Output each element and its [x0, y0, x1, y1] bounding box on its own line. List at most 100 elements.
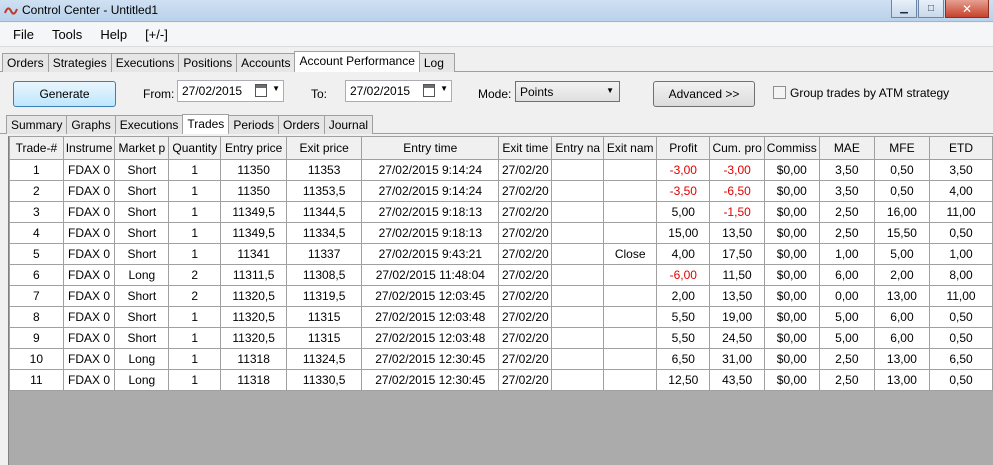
table-cell: 11320,5 [220, 306, 288, 328]
table-cell [551, 327, 605, 349]
table-cell: 11350 [220, 180, 288, 202]
table-cell: 2,50 [818, 348, 875, 370]
column-header[interactable]: ETD [929, 136, 993, 160]
table-cell: 1 [168, 369, 222, 391]
calendar-icon[interactable] [423, 84, 435, 97]
column-header[interactable]: MFE [873, 136, 931, 160]
table-cell [551, 348, 605, 370]
tab-periods[interactable]: Periods [228, 115, 279, 134]
table-cell: 6,50 [656, 348, 711, 370]
table-cell: Close [603, 243, 658, 265]
table-cell: 1 [168, 243, 222, 265]
column-header[interactable]: Entry na [551, 136, 605, 160]
tab-summary[interactable]: Summary [6, 115, 68, 134]
minimize-button[interactable]: ▁ [891, 0, 917, 18]
table-row[interactable]: 8 FDAX 0 Short 1 11320,5 11315 27/02/2015 12:0… [9, 306, 993, 328]
main-tabs: Orders Strategies Executions Positions A… [2, 51, 455, 72]
maximize-button[interactable]: □ [918, 0, 944, 18]
table-row[interactable]: 10 FDAX 0 Long 1 11318 11324,5 27/02/2015 12:3… [9, 348, 993, 370]
tab-trades[interactable]: Trades [182, 114, 230, 134]
column-header[interactable]: Profit [656, 136, 711, 160]
trades-table: Trade-# Instrume Market p Quantity Entry pri… [9, 136, 993, 391]
table-cell: 27/02/20 [498, 306, 553, 328]
table-row[interactable]: 2 FDAX 0 Short 1 11350 11353,5 27/02/2015 9:14… [9, 180, 993, 202]
column-header[interactable]: Cum. pro [709, 136, 765, 160]
column-header[interactable]: Commiss [763, 136, 820, 160]
table-cell: $0,00 [763, 159, 820, 181]
tab-orders[interactable]: Orders [2, 53, 49, 72]
column-header[interactable]: Exit nam [603, 136, 658, 160]
menu-file[interactable]: File [6, 24, 41, 45]
table-cell: 11318 [220, 348, 288, 370]
tab-strategies[interactable]: Strategies [47, 53, 112, 72]
tab-orders-sub[interactable]: Orders [278, 115, 325, 134]
tab-account-performance[interactable]: Account Performance [294, 51, 420, 72]
title-bar: Control Center - Untitled1 ▁ □ ✕ [0, 0, 993, 22]
tab-executions-sub[interactable]: Executions [114, 115, 184, 134]
table-cell: -6,50 [709, 180, 765, 202]
column-header[interactable]: Entry time [361, 136, 500, 160]
tab-positions[interactable]: Positions [178, 53, 238, 72]
calendar-icon[interactable] [255, 84, 267, 97]
chevron-down-icon[interactable]: ▼ [272, 84, 280, 93]
column-header[interactable]: Quantity [168, 136, 222, 160]
table-row[interactable]: 1 FDAX 0 Short 1 11350 11353 27/02/2015 9:14:2… [9, 159, 993, 181]
table-cell: 27/02/2015 12:03:48 [361, 327, 500, 349]
table-row[interactable]: 4 FDAX 0 Short 1 11349,5 11334,5 27/02/2015 9:… [9, 222, 993, 244]
table-cell [603, 222, 658, 244]
column-header[interactable]: Exit time [498, 136, 553, 160]
column-header[interactable]: Entry price [220, 136, 288, 160]
menu-help[interactable]: Help [93, 24, 134, 45]
minimize-icon: ▁ [900, 3, 908, 14]
table-cell: 11,00 [929, 201, 993, 223]
generate-button[interactable]: Generate [13, 81, 116, 107]
to-date-field[interactable]: 27/02/2015 ▼ [345, 80, 452, 102]
tab-executions[interactable]: Executions [110, 53, 180, 72]
table-cell: 15,00 [656, 222, 711, 244]
table-cell: 0,50 [929, 369, 993, 391]
table-cell: 1 [168, 348, 222, 370]
menu-tools[interactable]: Tools [45, 24, 89, 45]
group-trades-checkbox[interactable] [773, 86, 786, 99]
table-row[interactable]: 6 FDAX 0 Long 2 11311,5 11308,5 27/02/2015 11:… [9, 264, 993, 286]
table-row[interactable]: 9 FDAX 0 Short 1 11320,5 11315 27/02/2015 12:0… [9, 327, 993, 349]
table-row[interactable]: 3 FDAX 0 Short 1 11349,5 11344,5 27/02/2015 9:… [9, 201, 993, 223]
column-header[interactable]: MAE [818, 136, 875, 160]
table-cell [551, 306, 605, 328]
table-cell: FDAX 0 [62, 348, 116, 370]
tab-accounts[interactable]: Accounts [236, 53, 296, 72]
table-cell: 0,50 [929, 306, 993, 328]
tab-graphs[interactable]: Graphs [66, 115, 116, 134]
close-icon: ✕ [961, 1, 973, 16]
table-cell [551, 243, 605, 265]
tab-log[interactable]: Log [418, 53, 455, 72]
mode-select[interactable]: Points ▼ [515, 81, 620, 102]
from-date-field[interactable]: 27/02/2015 ▼ [177, 80, 284, 102]
table-cell: 27/02/2015 12:03:48 [361, 306, 500, 328]
tab-journal[interactable]: Journal [323, 115, 374, 134]
table-cell: 11320,5 [220, 327, 288, 349]
chevron-down-icon[interactable]: ▼ [440, 84, 448, 93]
table-cell: 27/02/20 [498, 327, 553, 349]
table-row[interactable]: 5 FDAX 0 Short 1 11341 11337 27/02/2015 9:43:2… [9, 243, 993, 265]
table-cell: $0,00 [763, 243, 820, 265]
column-header[interactable]: Exit price [286, 136, 363, 160]
table-cell: FDAX 0 [62, 243, 116, 265]
column-header[interactable]: Instrume [62, 136, 116, 160]
table-cell: 11315 [286, 306, 363, 328]
close-button[interactable]: ✕ [945, 0, 989, 18]
table-row[interactable]: 7 FDAX 0 Short 2 11320,5 11319,5 27/02/2015 12… [9, 285, 993, 307]
column-header[interactable]: Market p [114, 136, 170, 160]
table-cell: 27/02/20 [498, 243, 553, 265]
column-header[interactable]: Trade-# [9, 136, 64, 160]
advanced-button[interactable]: Advanced >> [653, 81, 755, 107]
table-cell: FDAX 0 [62, 264, 116, 286]
table-cell: FDAX 0 [62, 159, 116, 181]
table-cell: Long [114, 348, 170, 370]
table-cell: 2 [168, 264, 222, 286]
menu-toggle[interactable]: [+/-] [138, 24, 175, 45]
table-cell: 27/02/2015 9:14:24 [361, 180, 500, 202]
from-label: From: [143, 87, 175, 101]
table-cell: 1 [168, 222, 222, 244]
table-row[interactable]: 11 FDAX 0 Long 1 11318 11330,5 27/02/2015 12:3… [9, 369, 993, 391]
